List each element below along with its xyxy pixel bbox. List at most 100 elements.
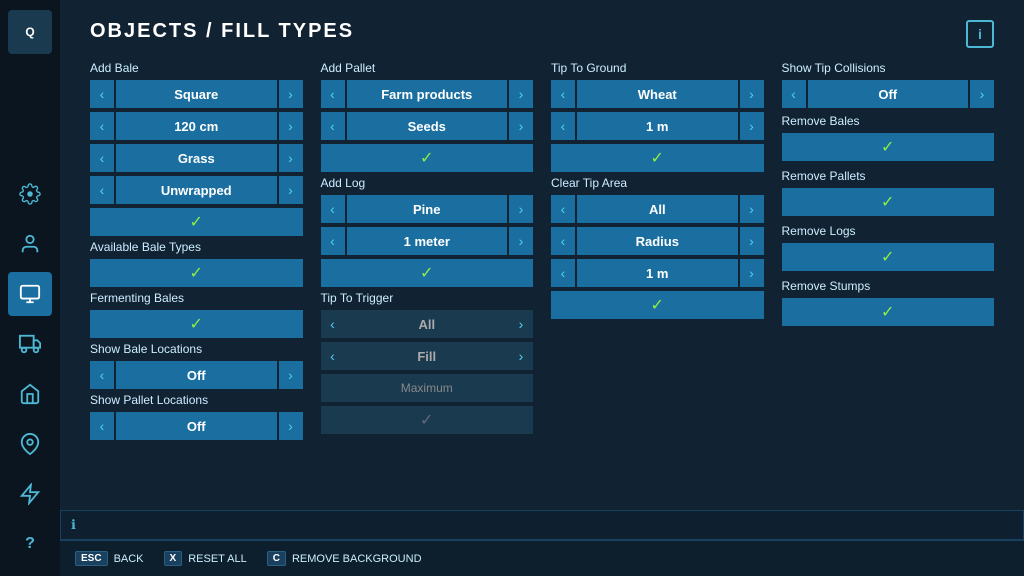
clear-all-prev[interactable]: ‹ (551, 195, 575, 223)
pallet-type1-next[interactable]: › (509, 80, 533, 108)
bale-shape-selector: ‹ Square › (90, 80, 303, 108)
trig2-prev[interactable]: ‹ (321, 342, 345, 370)
trigger-check[interactable]: ✓ (321, 406, 534, 434)
bale-check3[interactable]: ✓ (90, 310, 303, 338)
fill-type-prev[interactable]: ‹ (551, 80, 575, 108)
q-icon[interactable]: Q (8, 10, 52, 54)
tip-check2[interactable]: ✓ (551, 291, 764, 319)
person-icon[interactable] (8, 222, 52, 266)
fill-type-value: Wheat (577, 80, 738, 108)
bale-shape-next[interactable]: › (279, 80, 303, 108)
bottom-bar: ESC BACK X RESET ALL C REMOVE BACKGROUND (60, 540, 1024, 576)
remove-pallets-section: Remove Pallets ✓ (782, 169, 995, 216)
storage-icon[interactable] (8, 272, 52, 316)
back-key-badge: ESC (75, 551, 108, 566)
show-bale-value: Off (116, 361, 277, 389)
tip-check1[interactable]: ✓ (551, 144, 764, 172)
reset-label: RESET ALL (188, 553, 247, 565)
trig1-next[interactable]: › (509, 310, 533, 338)
pallet-type2-selector: ‹ Seeds › (321, 112, 534, 140)
bale-type-value: Grass (116, 144, 277, 172)
remove-bg-button[interactable]: C REMOVE BACKGROUND (267, 551, 422, 566)
log-check[interactable]: ✓ (321, 259, 534, 287)
add-bale-section: Add Bale ‹ Square › ‹ 120 cm › ‹ Grass ›… (90, 61, 303, 444)
clear-dist-value: 1 m (577, 259, 738, 287)
clear-all-value: All (577, 195, 738, 223)
clear-all-selector: ‹ All › (551, 195, 764, 223)
bale-wrap-prev[interactable]: ‹ (90, 176, 114, 204)
tip-ground-label: Tip To Ground (551, 61, 764, 75)
reset-button[interactable]: X RESET ALL (164, 551, 247, 566)
bale-type-next[interactable]: › (279, 144, 303, 172)
remove-bales-label: Remove Bales (782, 114, 995, 128)
bale-shape-value: Square (116, 80, 277, 108)
show-pallet-prev[interactable]: ‹ (90, 412, 114, 440)
vehicle-icon[interactable] (8, 322, 52, 366)
bg-label: REMOVE BACKGROUND (292, 553, 422, 565)
remove-logs-section: Remove Logs ✓ (782, 224, 995, 271)
show-pallet-label: Show Pallet Locations (90, 393, 303, 407)
bale-size-next[interactable]: › (279, 112, 303, 140)
info-button[interactable]: i (966, 20, 994, 48)
help-icon[interactable]: ? (8, 522, 52, 566)
info-bar-icon: ℹ (71, 517, 76, 533)
remove-logs-check[interactable]: ✓ (782, 243, 995, 271)
log-size-next[interactable]: › (509, 227, 533, 255)
collisions-next[interactable]: › (970, 80, 994, 108)
bale-type-prev[interactable]: ‹ (90, 144, 114, 172)
remove-pallets-check[interactable]: ✓ (782, 188, 995, 216)
tip-dist-next[interactable]: › (740, 112, 764, 140)
clear-area-label: Clear Tip Area (551, 176, 764, 190)
pallet-type1-value: Farm products (347, 80, 508, 108)
remove-stumps-section: Remove Stumps ✓ (782, 279, 995, 326)
tip-dist-prev[interactable]: ‹ (551, 112, 575, 140)
add-bale-label: Add Bale (90, 61, 303, 75)
clear-dist-next[interactable]: › (740, 259, 764, 287)
show-bale-selector: ‹ Off › (90, 361, 303, 389)
log-type-next[interactable]: › (509, 195, 533, 223)
pallet-type2-next[interactable]: › (509, 112, 533, 140)
bale-check1[interactable]: ✓ (90, 208, 303, 236)
log-size-prev[interactable]: ‹ (321, 227, 345, 255)
remove-logs-label: Remove Logs (782, 224, 995, 238)
remove-stumps-check[interactable]: ✓ (782, 298, 995, 326)
remove-pallets-label: Remove Pallets (782, 169, 995, 183)
show-pallet-next[interactable]: › (279, 412, 303, 440)
show-bale-prev[interactable]: ‹ (90, 361, 114, 389)
bale-size-value: 120 cm (116, 112, 277, 140)
pallet-check[interactable]: ✓ (321, 144, 534, 172)
settings-icon[interactable] (8, 172, 52, 216)
trigger2-selector: ‹ Fill › (321, 342, 534, 370)
bale-shape-prev[interactable]: ‹ (90, 80, 114, 108)
pallet-type1-prev[interactable]: ‹ (321, 80, 345, 108)
collisions-prev[interactable]: ‹ (782, 80, 806, 108)
clear-all-next[interactable]: › (740, 195, 764, 223)
clear-dist-selector: ‹ 1 m › (551, 259, 764, 287)
back-button[interactable]: ESC BACK (75, 551, 144, 566)
remove-bales-check[interactable]: ✓ (782, 133, 995, 161)
clear-dist-prev[interactable]: ‹ (551, 259, 575, 287)
tip-distance-selector: ‹ 1 m › (551, 112, 764, 140)
clear-radius-next[interactable]: › (740, 227, 764, 255)
add-log-label: Add Log (321, 176, 534, 190)
trig2-next[interactable]: › (509, 342, 533, 370)
remove-stumps-label: Remove Stumps (782, 279, 995, 293)
bale-size-prev[interactable]: ‹ (90, 112, 114, 140)
trig1-prev[interactable]: ‹ (321, 310, 345, 338)
pallet-type1-selector: ‹ Farm products › (321, 80, 534, 108)
log-type-prev[interactable]: ‹ (321, 195, 345, 223)
bale-check2[interactable]: ✓ (90, 259, 303, 287)
pallet-type2-value: Seeds (347, 112, 508, 140)
bg-key-badge: C (267, 551, 286, 566)
bale-wrap-next[interactable]: › (279, 176, 303, 204)
farm-icon[interactable] (8, 372, 52, 416)
clear-radius-prev[interactable]: ‹ (551, 227, 575, 255)
weather-icon[interactable] (8, 472, 52, 516)
pallet-type2-prev[interactable]: ‹ (321, 112, 345, 140)
show-bale-next[interactable]: › (279, 361, 303, 389)
remove-bales-section: Remove Bales ✓ (782, 114, 995, 161)
map-icon[interactable] (8, 422, 52, 466)
fill-type-next[interactable]: › (740, 80, 764, 108)
log-type-value: Pine (347, 195, 508, 223)
show-pallet-selector: ‹ Off › (90, 412, 303, 440)
